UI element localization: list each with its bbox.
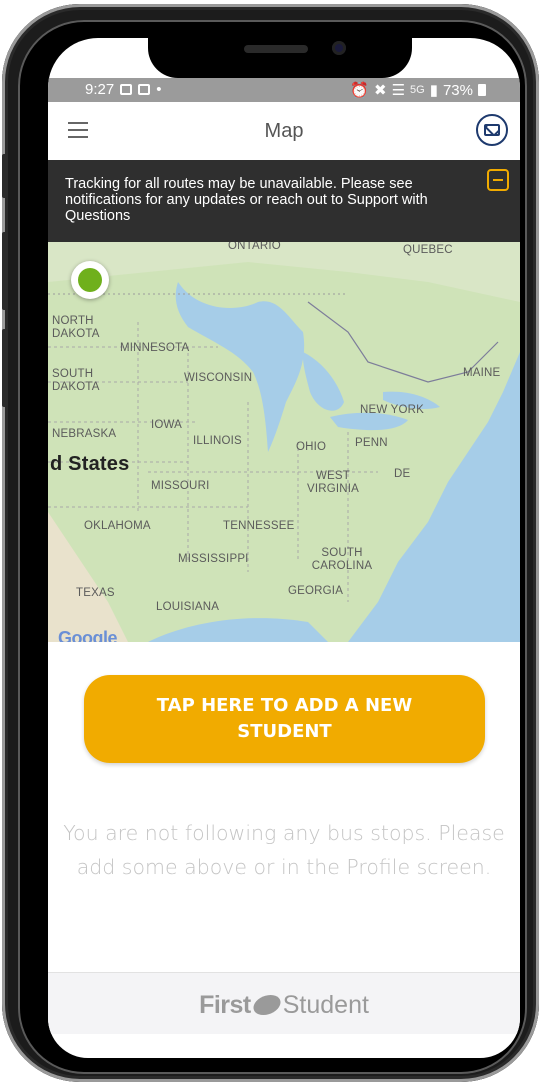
battery-percent: 73% [442,81,473,99]
google-logo: Google [58,628,118,642]
map-label: SOUTH DAKOTA [52,368,100,393]
banner-message: Tracking for all routes may be unavailab… [65,176,428,224]
map-label: WEST VIRGINIA [306,470,360,495]
map-background [48,242,520,642]
bus-location-pin[interactable] [71,261,109,299]
empty-state-message: You are not following any bus stops. Ple… [63,821,505,879]
map-label: PENN [355,437,388,449]
signal-icon: ▮ [429,82,438,99]
speaker-grille [244,45,308,53]
message-notification-icon [120,84,133,95]
map-label: d States [50,453,130,475]
footer: First Student [48,972,520,1034]
phone-side-button [2,154,8,198]
map-label: TENNESSEE [223,520,295,532]
brand-second: Student [282,991,369,1019]
map-label: NEBRASKA [52,428,117,440]
status-bar: 9:27 • ⏰ ✖ ☰ 5G ▮ 73% [48,78,520,102]
phone-volume-down-button [2,329,8,407]
map-label: TEXAS [76,587,115,599]
image-notification-icon [138,84,151,95]
map-label: OKLAHOMA [84,520,151,532]
brand-first: First [199,991,251,1019]
alarm-icon: ⏰ [350,82,369,99]
wifi-icon: ☰ [391,82,406,99]
map-label: MISSOURI [151,480,210,492]
map-label: ONTARIO [228,242,281,252]
mute-icon: ✖ [373,82,387,99]
map-label: MINNESOTA [120,342,190,354]
map-label: NEW YORK [360,404,425,416]
phone-volume-up-button [2,232,8,310]
map-label: MAINE [463,367,501,379]
mail-icon[interactable] [476,114,508,146]
brand-logo: First Student [48,991,520,1020]
map-label: QUEBEC [403,244,453,256]
battery-icon [478,84,486,96]
network-type: 5G [410,84,425,96]
status-time: 9:27 [85,81,115,98]
phone-frame: 9:27 • ⏰ ✖ ☰ 5G ▮ 73% Map Tracking for a… [2,4,539,1082]
phone-screen: 9:27 • ⏰ ✖ ☰ 5G ▮ 73% Map Tracking for a… [48,38,520,1058]
front-camera [332,41,346,55]
add-student-button[interactable]: TAP HERE TO ADD A NEW STUDENT [84,675,485,763]
map-view[interactable]: ONTARIO QUEBEC NORTH DAKOTA MINNESOTA SO… [48,242,520,642]
tracking-alert-banner: Tracking for all routes may be unavailab… [48,160,520,242]
map-label: SOUTH CAROLINA [311,547,373,572]
map-label: WISCONSIN [184,372,253,384]
map-label: DE [394,468,411,480]
brand-swoosh-icon [250,995,284,1015]
app-header: Map [48,102,520,160]
map-label: NORTH DAKOTA [52,315,100,340]
map-label: LOUISIANA [156,601,220,613]
map-label: MISSISSIPPI [178,553,249,565]
map-label: IOWA [151,419,183,431]
lock-notification-icon: • [156,81,162,98]
map-label: OHIO [296,441,327,453]
map-label: GEORGIA [288,585,344,597]
phone-notch [148,38,412,78]
map-label: ILLINOIS [193,435,242,447]
collapse-banner-icon[interactable] [487,169,509,191]
page-title: Map [264,120,304,142]
